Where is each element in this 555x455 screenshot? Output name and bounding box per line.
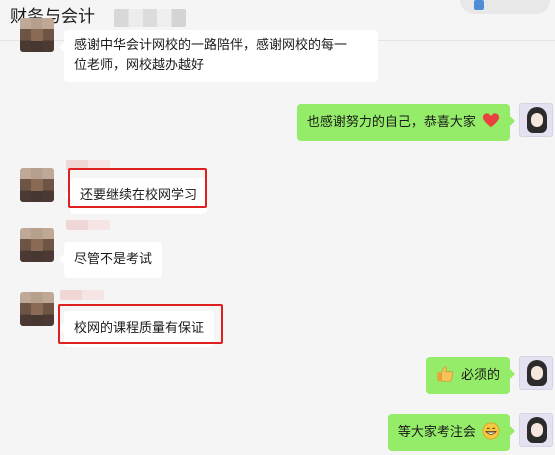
window-icon — [474, 0, 484, 10]
my-avatar[interactable] — [519, 103, 553, 137]
my-avatar[interactable] — [519, 413, 553, 447]
title-redacted — [114, 9, 186, 27]
sender-name-redacted — [60, 290, 104, 300]
message-text-line: 感谢中华会计网校的一路陪伴，感谢网校的每一 — [74, 38, 348, 53]
highlight-box — [58, 304, 223, 344]
message-text: 尽管不是考试 — [74, 252, 153, 267]
message-bubble-incoming[interactable]: 尽管不是考试 — [58, 242, 163, 278]
message-text: 也感谢努力的自己，恭喜大家 — [306, 115, 476, 130]
contact-avatar[interactable] — [20, 228, 54, 262]
my-avatar[interactable] — [519, 356, 553, 390]
message-text: 等大家考注会 — [397, 425, 476, 440]
top-right-icon[interactable] — [460, 0, 550, 14]
message-bubble-outgoing[interactable]: 必须的 — [425, 357, 516, 394]
highlight-box — [68, 168, 207, 208]
message-bubble-incoming[interactable]: 感谢中华会计网校的一路陪伴，感谢网校的每一 位老师，网校越办越好 — [59, 30, 378, 82]
message-bubble-outgoing[interactable]: 等大家考注会 — [387, 414, 516, 451]
red-heart-icon — [482, 113, 500, 128]
sender-name-redacted — [66, 220, 110, 230]
message-text: 必须的 — [460, 368, 500, 383]
contact-avatar[interactable] — [20, 18, 54, 52]
message-bubble-outgoing[interactable]: 也感谢努力的自己，恭喜大家 — [296, 104, 516, 141]
contact-avatar[interactable] — [20, 168, 54, 202]
contact-avatar[interactable] — [20, 292, 54, 326]
message-text-line: 位老师，网校越办越好 — [74, 58, 205, 73]
grinning-face-icon — [482, 422, 500, 440]
thumbs-up-icon — [437, 366, 454, 382]
